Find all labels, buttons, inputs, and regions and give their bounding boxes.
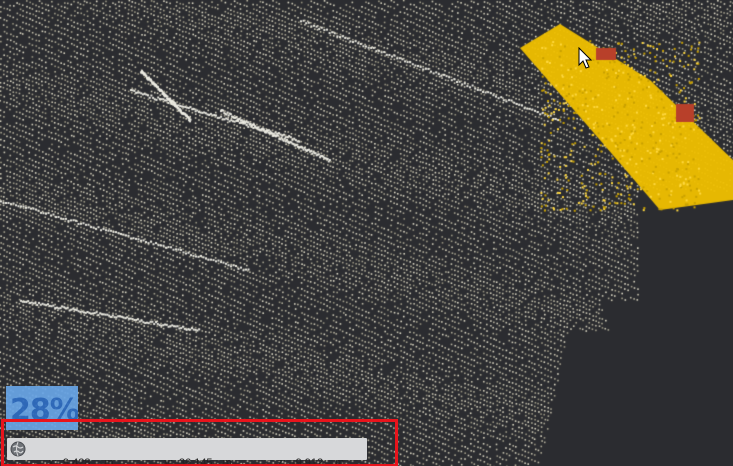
- progress-badge: 28%: [6, 386, 78, 430]
- y-coordinate: y: 36.145 m: [146, 442, 232, 466]
- coordinate-readout-bar: x: 9.428 m y: 36.145 m z: -9.912 m: [7, 438, 367, 466]
- z-label: z:: [277, 457, 286, 466]
- z-coordinate: z: -9.912 m: [259, 442, 344, 466]
- z-unit: m: [335, 457, 345, 466]
- y-label: y:: [164, 457, 173, 466]
- y-unit: m: [222, 457, 232, 466]
- point-cloud-viewport[interactable]: 28% x: 9.428 m y: 36.145 m z: -9.912 m: [0, 0, 733, 466]
- point-cloud-canvas[interactable]: [0, 0, 733, 466]
- z-value: -9.912: [291, 457, 324, 466]
- x-value: 9.428: [62, 457, 91, 466]
- x-label: x:: [48, 457, 57, 466]
- x-coordinate: x: 9.428 m: [30, 442, 114, 466]
- y-value: 36.145: [178, 457, 213, 466]
- progress-label: 28%: [10, 393, 78, 428]
- globe-icon: [10, 441, 26, 457]
- x-unit: m: [104, 457, 114, 466]
- mouse-cursor-icon: [578, 47, 592, 69]
